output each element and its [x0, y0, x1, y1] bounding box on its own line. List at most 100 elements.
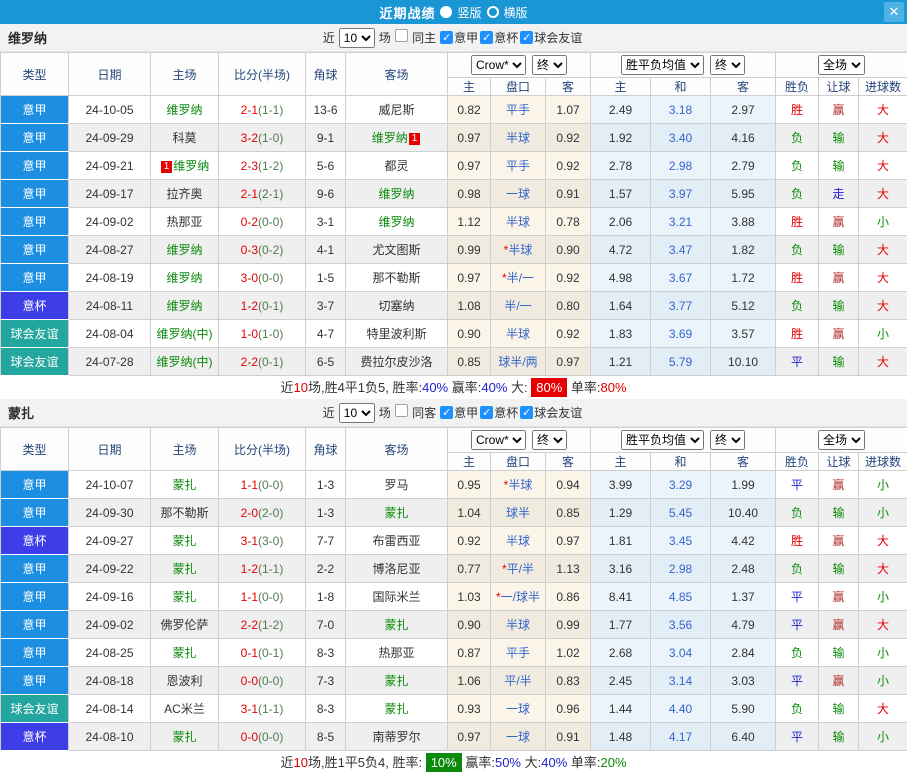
full-score: 2-1 [241, 187, 258, 201]
league-checkbox[interactable]: ✓ [440, 31, 453, 44]
scope-select[interactable]: 全场 [818, 55, 865, 75]
full-score: 0-0 [241, 730, 258, 744]
cell-away: 罗马 [346, 471, 448, 499]
cell-handicap-result: 输 [819, 124, 859, 152]
same-venue-filter[interactable]: 同主 [395, 29, 436, 46]
cell-handicap: 半球 [491, 320, 546, 348]
cell-avg-away: 6.40 [711, 723, 776, 751]
league-checkbox-label: 意甲 [454, 29, 478, 46]
full-score: 1-2 [241, 299, 258, 313]
handicap-text: 平手 [506, 159, 530, 173]
cell-score: 0-1(0-1) [219, 639, 306, 667]
league-checkbox[interactable]: ✓ [520, 31, 533, 44]
match-count-select[interactable]: 10 [339, 403, 375, 423]
cell-result: 负 [776, 152, 819, 180]
full-score: 3-1 [241, 534, 258, 548]
bookmaker-select[interactable]: Crow* [471, 430, 526, 450]
cell-type: 意甲 [1, 124, 69, 152]
cell-date: 24-09-30 [69, 499, 151, 527]
close-button[interactable]: ✕ [884, 2, 904, 22]
cell-home: 维罗纳 [151, 264, 219, 292]
average-final-select[interactable]: 终 [710, 55, 745, 75]
cell-avg-draw: 3.14 [651, 667, 711, 695]
cell-odds-away: 0.97 [546, 348, 591, 376]
cell-score: 2-2(1-2) [219, 611, 306, 639]
handicap-final-select[interactable]: 终 [532, 55, 567, 75]
cell-result: 负 [776, 292, 819, 320]
average-group-header: 胜平负均值终 [591, 53, 776, 78]
league-checkbox[interactable]: ✓ [440, 406, 453, 419]
col-header-avg-draw: 和 [651, 78, 711, 96]
cell-date: 24-09-27 [69, 527, 151, 555]
team-name-text: AC米兰 [164, 702, 205, 716]
cell-home: 维罗纳 [151, 96, 219, 124]
league-checkbox[interactable]: ✓ [520, 406, 533, 419]
cell-avg-home: 1.57 [591, 180, 651, 208]
cell-odds-home: 0.97 [448, 723, 491, 751]
half-score: (0-0) [258, 590, 283, 604]
team-name-text: 布雷西亚 [372, 534, 420, 548]
section-monza: 蒙扎 近 10 场 同客 ✓意甲✓意杯✓球会友谊 类型 日期 主场 比分(半场)… [0, 399, 907, 774]
cell-type: 意甲 [1, 639, 69, 667]
match-row: 意甲24-10-05维罗纳2-1(1-1)13-6威尼斯0.82平手1.072.… [1, 96, 907, 124]
cell-avg-home: 2.45 [591, 667, 651, 695]
league-filter[interactable]: ✓意杯 [480, 29, 518, 46]
league-filter[interactable]: ✓意甲 [440, 404, 478, 421]
handicap-text: 一/球半 [501, 590, 540, 604]
league-filter[interactable]: ✓球会友谊 [520, 29, 582, 46]
cell-odds-home: 0.90 [448, 320, 491, 348]
cell-handicap-result: 输 [819, 639, 859, 667]
same-venue-checkbox[interactable] [395, 29, 408, 42]
cell-handicap: 平手 [491, 96, 546, 124]
cell-home: 维罗纳(中) [151, 320, 219, 348]
cell-result: 负 [776, 124, 819, 152]
cell-odds-away: 0.92 [546, 152, 591, 180]
league-filter[interactable]: ✓意杯 [480, 404, 518, 421]
horizontal-layout-radio[interactable] [487, 6, 499, 18]
handicap-final-select[interactable]: 终 [532, 430, 567, 450]
league-filter[interactable]: ✓意甲 [440, 29, 478, 46]
match-row: 意甲24-09-30那不勒斯2-0(2-0)1-3蒙扎1.04球半0.851.2… [1, 499, 907, 527]
match-row: 意杯24-09-27蒙扎3-1(3-0)7-7布雷西亚0.92半球0.971.8… [1, 527, 907, 555]
average-type-select[interactable]: 胜平负均值 [621, 55, 704, 75]
bookmaker-select[interactable]: Crow* [471, 55, 526, 75]
match-count-select[interactable]: 10 [339, 28, 375, 48]
cell-corner: 1-8 [306, 583, 346, 611]
cell-handicap-result: 输 [819, 292, 859, 320]
league-filter[interactable]: ✓球会友谊 [520, 404, 582, 421]
summary-segment: 80% [601, 380, 627, 395]
cell-avg-draw: 3.45 [651, 527, 711, 555]
team-name-text: 科莫 [172, 131, 196, 145]
scope-select[interactable]: 全场 [818, 430, 865, 450]
cell-odds-home: 0.93 [448, 695, 491, 723]
cell-avg-home: 1.48 [591, 723, 651, 751]
league-checkbox-label: 意甲 [454, 404, 478, 421]
cell-avg-home: 3.16 [591, 555, 651, 583]
cell-score: 1-0(1-0) [219, 320, 306, 348]
cell-date: 24-08-04 [69, 320, 151, 348]
league-checkbox[interactable]: ✓ [480, 31, 493, 44]
cell-type: 意杯 [1, 527, 69, 555]
full-score: 0-3 [241, 243, 258, 257]
cell-handicap: 半球 [491, 611, 546, 639]
cell-corner: 5-6 [306, 152, 346, 180]
vertical-layout-radio[interactable] [440, 6, 452, 18]
cell-result: 负 [776, 180, 819, 208]
cell-avg-draw: 3.69 [651, 320, 711, 348]
horizontal-layout-label: 横版 [504, 4, 528, 21]
cell-avg-home: 1.77 [591, 611, 651, 639]
same-venue-filter[interactable]: 同客 [395, 404, 436, 421]
cell-date: 24-07-28 [69, 348, 151, 376]
cell-result: 负 [776, 499, 819, 527]
cell-result: 平 [776, 723, 819, 751]
cell-score: 3-2(1-0) [219, 124, 306, 152]
same-venue-checkbox[interactable] [395, 404, 408, 417]
average-final-select[interactable]: 终 [710, 430, 745, 450]
near-label: 近 [323, 29, 335, 46]
match-row: 意甲24-08-19维罗纳3-0(0-0)1-5那不勒斯0.97*半/一0.92… [1, 264, 907, 292]
half-score: (1-2) [258, 159, 283, 173]
cell-avg-draw: 2.98 [651, 152, 711, 180]
half-score: (0-2) [258, 243, 283, 257]
league-checkbox[interactable]: ✓ [480, 406, 493, 419]
average-type-select[interactable]: 胜平负均值 [621, 430, 704, 450]
